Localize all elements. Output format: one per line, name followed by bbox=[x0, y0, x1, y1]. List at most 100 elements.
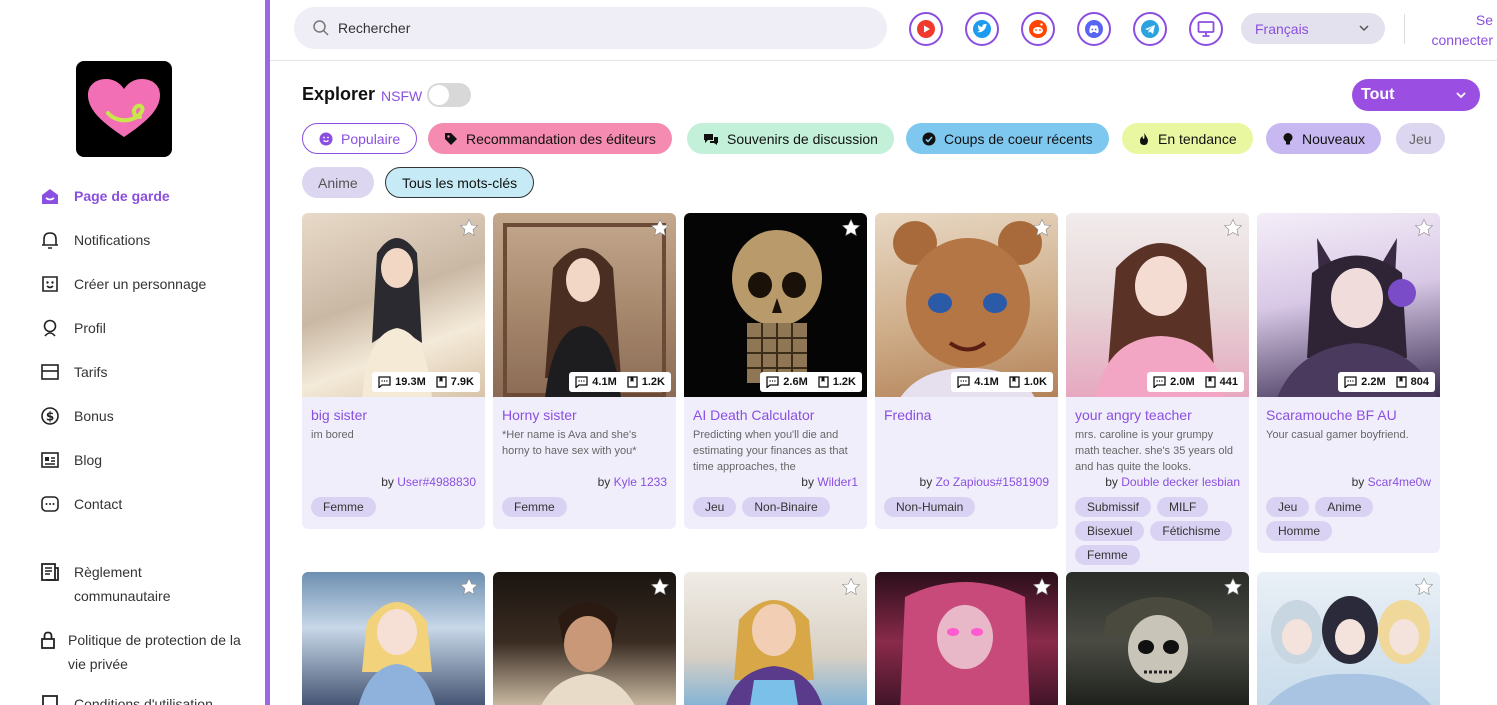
star-icon[interactable] bbox=[1223, 218, 1243, 243]
character-card[interactable] bbox=[493, 572, 676, 705]
save-count: 1.2K bbox=[832, 376, 856, 388]
sidebar-item-pricing[interactable]: Tarifs bbox=[38, 350, 258, 394]
sidebar-item-label: Blog bbox=[74, 452, 103, 468]
card-tag[interactable]: Jeu bbox=[693, 497, 737, 517]
character-image: 2.6M 1.2K bbox=[684, 213, 867, 397]
login-line: connecter bbox=[1431, 32, 1493, 48]
character-card[interactable] bbox=[875, 572, 1058, 705]
character-description: Predicting when you'll die and estimatin… bbox=[693, 429, 848, 473]
sidebar-item-community-rules[interactable]: Règlement communautaire bbox=[38, 560, 258, 608]
heart-badge-icon bbox=[922, 132, 936, 146]
card-tag[interactable]: Jeu bbox=[1266, 497, 1310, 517]
card-tag[interactable]: Femme bbox=[1075, 545, 1140, 565]
author-link[interactable]: Double decker lesbian bbox=[1121, 475, 1240, 489]
sidebar-item-create-character[interactable]: Créer un personnage bbox=[38, 262, 258, 306]
character-card[interactable]: 2.0M 441 your angry teacher mrs. carolin… bbox=[1066, 213, 1249, 577]
character-card[interactable]: 2.6M 1.2K AI Death Calculator Predicting… bbox=[684, 213, 867, 529]
search-input[interactable] bbox=[338, 20, 858, 36]
by-prefix: by bbox=[381, 475, 394, 489]
language-select[interactable]: Français bbox=[1241, 13, 1385, 44]
sidebar-item-bonus[interactable]: $ Bonus bbox=[38, 394, 258, 438]
sidebar: Page de garde Notifications Créer un per… bbox=[0, 0, 265, 705]
card-tag[interactable]: Non-Humain bbox=[884, 497, 976, 517]
discord-link[interactable] bbox=[1077, 12, 1111, 46]
nsfw-label: NSFW bbox=[381, 88, 423, 104]
card-tag[interactable]: Femme bbox=[311, 497, 376, 517]
language-value: Français bbox=[1255, 20, 1309, 37]
star-icon[interactable] bbox=[650, 218, 670, 243]
character-name: your angry teacher bbox=[1075, 407, 1192, 423]
character-card[interactable]: 2.2M 804 Scaramouche BF AU Your casual g… bbox=[1257, 213, 1440, 553]
nsfw-toggle[interactable] bbox=[427, 83, 471, 107]
card-tag[interactable]: MILF bbox=[1157, 497, 1209, 517]
tag-label: Populaire bbox=[341, 130, 401, 147]
card-tag[interactable]: Femme bbox=[502, 497, 567, 517]
author-link[interactable]: Kyle 1233 bbox=[614, 475, 667, 489]
star-icon[interactable] bbox=[841, 577, 861, 602]
character-card[interactable] bbox=[1066, 572, 1249, 705]
sidebar-item-terms[interactable]: Conditions d'utilisation bbox=[38, 692, 258, 705]
star-icon[interactable] bbox=[459, 218, 479, 243]
sidebar-item-notifications[interactable]: Notifications bbox=[38, 218, 258, 262]
star-icon[interactable] bbox=[841, 218, 861, 243]
author-link[interactable]: Wilder1 bbox=[817, 475, 858, 489]
sidebar-item-profile[interactable]: Profil bbox=[38, 306, 258, 350]
character-card[interactable]: 19.3M 7.9K big sister im bored by User#4… bbox=[302, 213, 485, 529]
card-tag[interactable]: Homme bbox=[1266, 521, 1333, 541]
tag-chat-memories[interactable]: Souvenirs de discussion bbox=[687, 123, 894, 154]
tag-game[interactable]: Jeu bbox=[1396, 123, 1445, 154]
tag-recent-favorites[interactable]: Coups de coeur récents bbox=[906, 123, 1109, 154]
tag-all-keywords[interactable]: Tous les mots-clés bbox=[385, 167, 535, 198]
sidebar-item-privacy[interactable]: Politique de protection de la vie privée bbox=[38, 628, 258, 676]
author-link[interactable]: User#4988830 bbox=[397, 475, 476, 489]
character-card[interactable] bbox=[684, 572, 867, 705]
telegram-link[interactable] bbox=[1133, 12, 1167, 46]
character-card[interactable]: 4.1M 1.0K Fredina by Zo Zapious#1581909 … bbox=[875, 213, 1058, 529]
card-tag[interactable]: Bisexuel bbox=[1075, 521, 1145, 541]
tag-label: Tous les mots-clés bbox=[402, 174, 518, 191]
author-link[interactable]: Zo Zapious#1581909 bbox=[936, 475, 1049, 489]
card-tag[interactable]: Non-Binaire bbox=[742, 497, 830, 517]
tag-anime[interactable]: Anime bbox=[302, 167, 374, 198]
sidebar-item-label: Contact bbox=[74, 496, 123, 512]
search-bar[interactable] bbox=[294, 7, 887, 49]
tag-new[interactable]: Nouveaux bbox=[1266, 123, 1382, 154]
sidebar-divider[interactable] bbox=[265, 0, 270, 705]
card-stats: 2.2M 804 bbox=[1338, 372, 1435, 392]
card-stats: 4.1M 1.2K bbox=[569, 372, 671, 392]
desktop-app-link[interactable] bbox=[1189, 12, 1223, 46]
author-link[interactable]: Scar4me0w bbox=[1368, 475, 1431, 489]
filter-dropdown[interactable]: Tout bbox=[1352, 79, 1480, 111]
star-icon[interactable] bbox=[1414, 218, 1434, 243]
youtube-link[interactable] bbox=[909, 12, 943, 46]
tag-popular[interactable]: Populaire bbox=[302, 123, 418, 154]
tag-editors-pick[interactable]: Recommandation des éditeurs bbox=[428, 123, 672, 154]
star-icon[interactable] bbox=[650, 577, 670, 602]
star-icon[interactable] bbox=[459, 577, 479, 602]
card-tag[interactable]: Fétichisme bbox=[1150, 521, 1233, 541]
character-card[interactable]: 4.1M 1.2K Horny sister *Her name is Ava … bbox=[493, 213, 676, 529]
character-card[interactable] bbox=[1257, 572, 1440, 705]
star-icon[interactable] bbox=[1032, 577, 1052, 602]
card-tags: Jeu Anime Homme bbox=[1266, 497, 1431, 545]
card-tag[interactable]: Submissif bbox=[1075, 497, 1152, 517]
sidebar-item-home[interactable]: Page de garde bbox=[38, 174, 258, 218]
sidebar-item-blog[interactable]: Blog bbox=[38, 438, 258, 482]
login-link[interactable]: Se connecter bbox=[1421, 10, 1493, 50]
card-tag[interactable]: Anime bbox=[1315, 497, 1374, 517]
message-count: 4.1M bbox=[592, 376, 617, 388]
bookmark-icon bbox=[436, 376, 447, 388]
twitter-link[interactable] bbox=[965, 12, 999, 46]
character-card[interactable] bbox=[302, 572, 485, 705]
reddit-link[interactable] bbox=[1021, 12, 1055, 46]
tag-trending[interactable]: En tendance bbox=[1122, 123, 1253, 154]
character-description bbox=[884, 427, 1049, 475]
bell-icon bbox=[38, 228, 62, 252]
app-logo[interactable] bbox=[76, 61, 172, 157]
sidebar-item-contact[interactable]: Contact bbox=[38, 482, 258, 526]
by-prefix: by bbox=[919, 475, 933, 489]
star-icon[interactable] bbox=[1223, 577, 1243, 602]
star-icon[interactable] bbox=[1414, 577, 1434, 602]
card-body: your angry teacher mrs. caroline is your… bbox=[1066, 397, 1249, 577]
star-icon[interactable] bbox=[1032, 218, 1052, 243]
